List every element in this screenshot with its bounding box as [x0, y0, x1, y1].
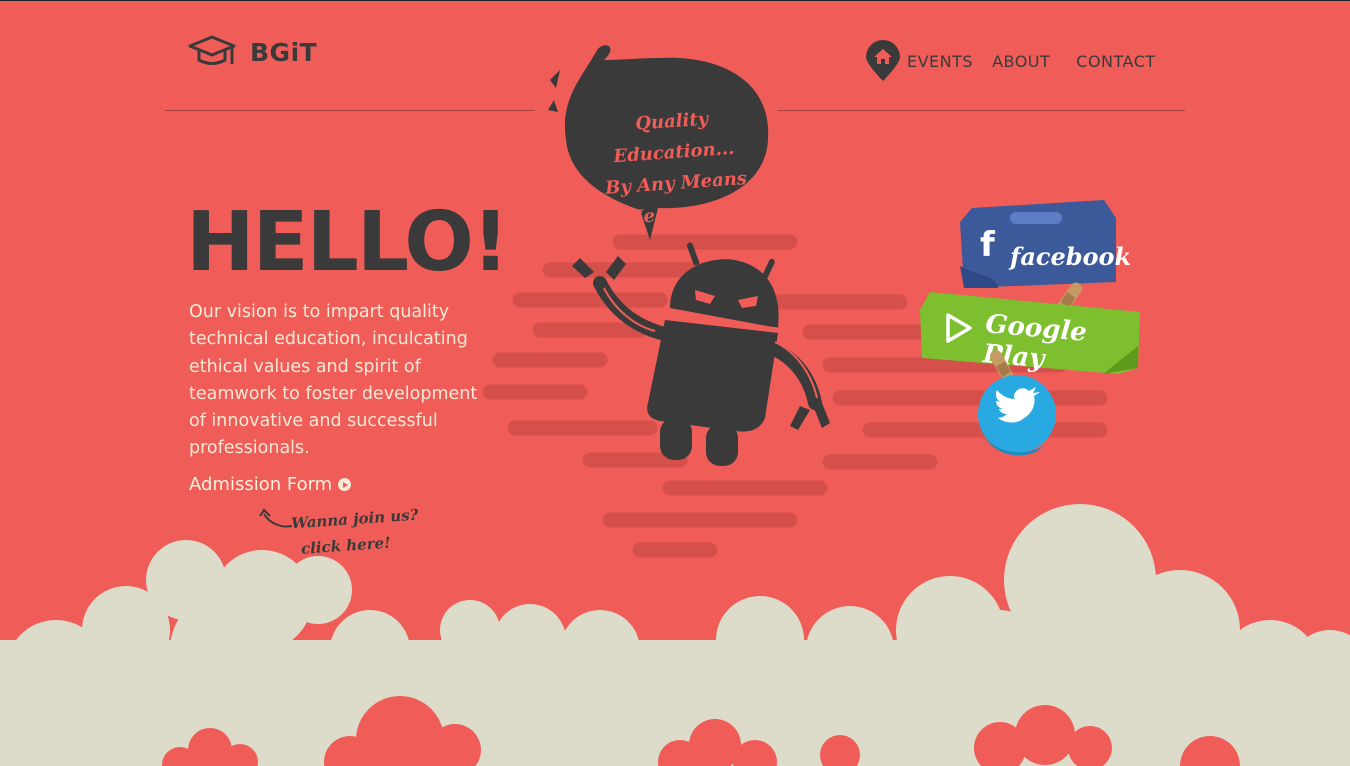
top-border — [0, 0, 1350, 1]
play-triangle-icon — [944, 312, 974, 349]
arrow-right-circle-icon — [338, 478, 352, 491]
twitter-bird-icon — [978, 375, 1056, 456]
facebook-f-icon: f — [980, 225, 995, 265]
brand-name: BGiT — [250, 37, 318, 67]
vision-statement: Our vision is to impart quality technica… — [189, 302, 478, 459]
facebook-label: facebook — [1010, 242, 1132, 271]
twitter-button[interactable] — [976, 374, 1060, 458]
nav-events[interactable]: EVENTS — [907, 52, 973, 71]
nav-about[interactable]: ABOUT — [992, 52, 1050, 71]
home-pin-icon[interactable] — [865, 40, 901, 82]
admission-form-label: Admission Form — [189, 474, 333, 495]
facebook-button[interactable]: f facebook — [958, 196, 1131, 292]
nav-contact[interactable]: CONTACT — [1076, 52, 1155, 71]
cloud-footer — [0, 504, 1350, 766]
header-divider-left — [165, 110, 535, 111]
robot-illustration — [572, 242, 830, 466]
bubble-slogan: Quality Education... By Any Means Necess… — [576, 100, 774, 237]
hero-heading: HELLO! — [186, 195, 509, 290]
admission-form-link[interactable]: Admission Form — [189, 474, 352, 495]
brand-logo[interactable]: BGiT — [188, 34, 317, 70]
header-divider-right — [778, 110, 1185, 111]
google-play-button[interactable]: Google Play — [918, 290, 1142, 376]
graduation-cap-icon — [188, 34, 236, 70]
main-nav: EVENTS ABOUT CONTACT — [865, 40, 1156, 82]
